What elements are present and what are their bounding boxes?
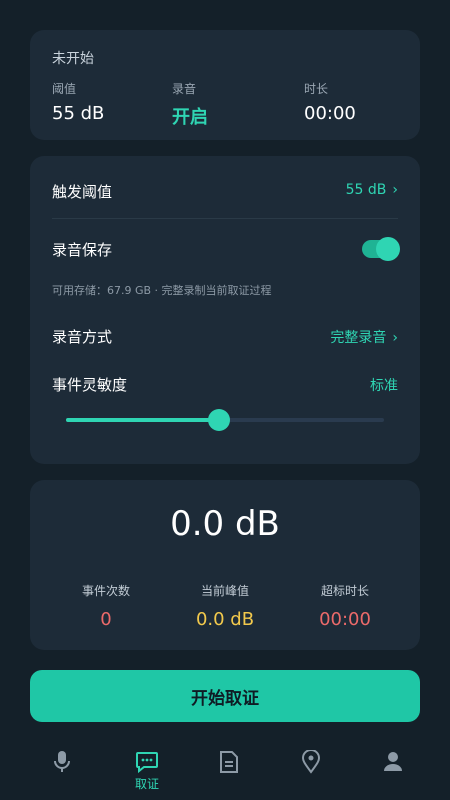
chevron-right-icon: › [392, 182, 398, 198]
over-duration-metric: 超标时长 00:00 [285, 582, 405, 630]
recording-label: 录音 [172, 82, 197, 96]
event-count-value: 0 [100, 609, 112, 630]
event-count-label: 事件次数 [81, 584, 130, 598]
sensitivity-slider[interactable] [66, 409, 384, 431]
trigger-threshold-text: 55 dB [345, 182, 387, 198]
meter-card: 0.0 dB 事件次数 0 当前峰值 0.0 dB 超标时长 00:00 [30, 480, 420, 650]
threshold-label: 阈值 [52, 82, 77, 96]
recording-save-toggle[interactable] [362, 237, 400, 261]
over-duration-value: 00:00 [319, 609, 371, 630]
chevron-right-icon: › [392, 330, 398, 346]
chat-evidence-icon [136, 752, 158, 774]
sensitivity-label: 事件灵敏度 [52, 376, 128, 394]
recording-value: 开启 [172, 107, 208, 128]
event-count-metric: 事件次数 0 [46, 582, 166, 630]
storage-hint: 可用存储：67.9 GB · 完整录制当前取证过程 [52, 284, 272, 297]
status-card: 未开始 阈值 55 dB 录音 开启 时长 00:00 [30, 30, 420, 140]
peak-value: 0.0 dB [195, 609, 255, 630]
threshold-stat: 阈值 55 dB [52, 80, 104, 124]
duration-stat: 时长 00:00 [304, 80, 356, 124]
trigger-threshold-value[interactable]: 55 dB › [346, 182, 398, 198]
peak-label: 当前峰值 [200, 584, 249, 598]
current-db-value: 0.0 dB [170, 504, 280, 544]
status-title: 未开始 [52, 51, 94, 67]
duration-label: 时长 [304, 82, 329, 96]
recording-mode-value[interactable]: 完整录音 › [330, 327, 398, 347]
nav-item-profile[interactable] [363, 740, 423, 800]
nav-item-evidence[interactable]: 取证 [117, 740, 177, 800]
over-duration-label: 超标时长 [320, 584, 369, 598]
recording-save-label: 录音保存 [52, 241, 113, 259]
microphone-icon [54, 751, 70, 772]
nav-item-documents[interactable] [199, 740, 259, 800]
recording-mode-label: 录音方式 [52, 328, 113, 346]
bottom-nav: 取证 [0, 740, 450, 800]
divider [52, 218, 398, 219]
recording-stat: 录音 开启 [172, 80, 208, 129]
slider-thumb[interactable] [207, 409, 230, 431]
settings-card: 触发阈值 55 dB › 录音保存 可用存储：67.9 GB · 完整录制当前取证… [30, 156, 420, 464]
toggle-knob [376, 237, 400, 261]
nav-label-evidence: 取证 [134, 777, 159, 791]
duration-value: 00:00 [304, 103, 356, 124]
location-pin-icon [301, 750, 321, 774]
sensitivity-value: 标准 [370, 378, 398, 394]
start-evidence-button[interactable]: 开始取证 [30, 670, 420, 722]
slider-fill [66, 418, 219, 422]
trigger-threshold-label: 触发阈值 [52, 183, 113, 201]
peak-metric: 当前峰值 0.0 dB [165, 582, 285, 630]
nav-item-record[interactable] [32, 740, 92, 800]
nav-item-location[interactable] [281, 740, 341, 800]
user-icon [384, 752, 402, 771]
threshold-value: 55 dB [52, 103, 105, 124]
document-icon [220, 751, 238, 773]
recording-mode-text: 完整录音 [330, 330, 387, 346]
